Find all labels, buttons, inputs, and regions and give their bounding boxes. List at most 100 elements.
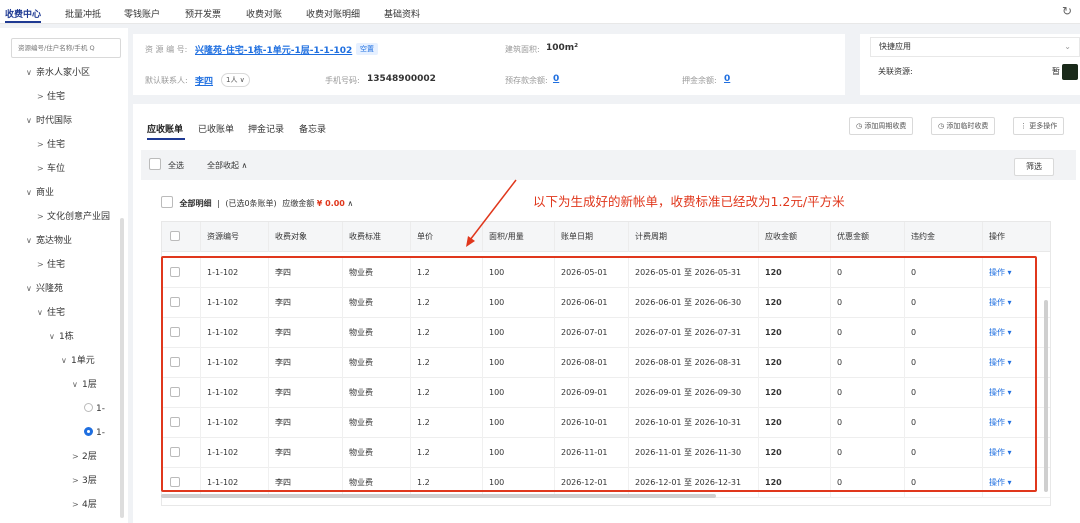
row-checkbox[interactable] <box>170 417 180 427</box>
chevron-down-icon[interactable]: ∨ <box>49 330 59 344</box>
chevron-down-icon[interactable]: ∨ <box>26 66 36 80</box>
row-action-label[interactable]: 操作 ▾ <box>989 358 1012 367</box>
group-checkbox[interactable] <box>161 196 173 208</box>
deposit-value[interactable]: 0 <box>724 74 730 84</box>
refresh-icon[interactable]: ↻ <box>1060 4 1074 18</box>
row-checkbox[interactable] <box>170 267 180 277</box>
tab-batch-offset[interactable]: 批量冲抵 <box>65 7 101 20</box>
tree-node[interactable]: ∨ 住宅 <box>37 306 65 320</box>
row-action-menu[interactable]: 操作 ▾ <box>982 258 1042 288</box>
row-checkbox-cell[interactable] <box>162 288 200 318</box>
table-row[interactable]: 1-1-102 李四 物业费 1.2 100 2026-06-01 2026-06-01 至… <box>162 288 1050 318</box>
chevron-down-icon[interactable]: ∨ <box>26 282 36 296</box>
tab-memo[interactable]: 备忘录 <box>299 122 326 135</box>
tab-reconciliation-detail[interactable]: 收费对账明细 <box>306 7 360 20</box>
tree-node[interactable]: ∨ 1层 <box>72 378 97 392</box>
row-checkbox[interactable] <box>170 387 180 397</box>
row-action-label[interactable]: 操作 ▾ <box>989 298 1012 307</box>
table-vertical-scrollbar[interactable] <box>1044 300 1048 492</box>
row-action-label[interactable]: 操作 ▾ <box>989 418 1012 427</box>
row-action-menu[interactable]: 操作 ▾ <box>982 348 1042 378</box>
row-checkbox-cell[interactable] <box>162 318 200 348</box>
tree-node[interactable]: > 住宅 <box>37 258 65 272</box>
tree-node[interactable]: ∨ 亲水人家小区 <box>26 66 90 80</box>
tree-node[interactable]: >2层 <box>72 450 97 464</box>
tree-node[interactable]: > 住宅 <box>37 138 65 152</box>
row-checkbox[interactable] <box>170 477 180 487</box>
chevron-right-icon[interactable]: > <box>37 138 47 152</box>
chevron-right-icon[interactable]: > <box>37 90 47 104</box>
tab-change-account[interactable]: 零钱账户 <box>124 7 160 20</box>
tab-pre-invoice[interactable]: 预开发票 <box>185 7 221 20</box>
chevron-right-icon[interactable]: > <box>37 162 47 176</box>
row-action-label[interactable]: 操作 ▾ <box>989 388 1012 397</box>
prepay-value[interactable]: 0 <box>553 74 559 84</box>
row-action-menu[interactable]: 操作 ▾ <box>982 408 1042 438</box>
row-action-label[interactable]: 操作 ▾ <box>989 268 1012 277</box>
tree-search-input[interactable] <box>12 39 106 57</box>
row-action-label[interactable]: 操作 ▾ <box>989 478 1012 487</box>
chevron-down-icon[interactable]: ∨ <box>26 114 36 128</box>
tree-node[interactable]: ∨ 商业 <box>26 186 54 200</box>
table-row[interactable]: 1-1-102 李四 物业费 1.2 100 2026-05-01 2026-05-01 至… <box>162 258 1050 288</box>
row-checkbox-cell[interactable] <box>162 348 200 378</box>
tab-received[interactable]: 已收账单 <box>198 122 234 135</box>
row-checkbox-cell[interactable] <box>162 378 200 408</box>
collapse-all-toggle[interactable]: 全部收起 ∧ <box>207 160 247 171</box>
chevron-right-icon[interactable]: > <box>72 474 82 488</box>
tree-node[interactable]: ∨ 1栋 <box>49 330 74 344</box>
row-checkbox-cell[interactable] <box>162 258 200 288</box>
tab-basic-data[interactable]: 基础资料 <box>384 7 420 20</box>
chevron-down-icon[interactable]: ∨ <box>26 234 36 248</box>
table-horizontal-scrollbar[interactable] <box>161 494 716 498</box>
chevron-down-icon[interactable]: ∨ <box>26 186 36 200</box>
row-checkbox-cell[interactable] <box>162 408 200 438</box>
radio-icon[interactable] <box>84 403 93 412</box>
chevron-right-icon[interactable]: > <box>37 210 47 224</box>
tree-node[interactable]: >3层 <box>72 474 97 488</box>
add-periodic-charge-button[interactable]: ◷ 添加周期收费 <box>849 117 914 135</box>
chart-icon[interactable] <box>1062 64 1078 80</box>
header-checkbox[interactable] <box>170 231 180 241</box>
tree-node[interactable]: > 住宅 <box>37 90 65 104</box>
tab-reconciliation[interactable]: 收费对账 <box>246 7 282 20</box>
chevron-right-icon[interactable]: > <box>72 450 82 464</box>
row-checkbox[interactable] <box>170 327 180 337</box>
row-action-menu[interactable]: 操作 ▾ <box>982 378 1042 408</box>
sidebar-scrollbar[interactable] <box>120 218 124 518</box>
more-actions-button[interactable]: ⋮ 更多操作 <box>1013 117 1065 135</box>
tree-node[interactable]: ∨ 宽达物业 <box>26 234 72 248</box>
filter-button[interactable]: 筛选 <box>1014 158 1054 176</box>
tab-deposit[interactable]: 押金记录 <box>248 122 284 135</box>
chevron-down-icon[interactable]: ∨ <box>61 354 71 368</box>
contact-link[interactable]: 李四 <box>195 74 213 87</box>
table-row[interactable]: 1-1-102 李四 物业费 1.2 100 2026-09-01 2026-09-01 至… <box>162 378 1050 408</box>
tab-receivable[interactable]: 应收账单 <box>147 122 183 135</box>
table-row[interactable]: 1-1-102 李四 物业费 1.2 100 2026-07-01 2026-07-01 至… <box>162 318 1050 348</box>
resource-link[interactable]: 兴隆苑-住宅-1栋-1单元-1层-1-1-102 <box>195 43 352 56</box>
row-checkbox[interactable] <box>170 447 180 457</box>
tree-node[interactable]: 1- <box>84 426 105 440</box>
chevron-right-icon[interactable]: > <box>72 498 82 512</box>
table-row[interactable]: 1-1-102 李四 物业费 1.2 100 2026-08-01 2026-08-01 至… <box>162 348 1050 378</box>
tree-node[interactable]: 1- <box>84 402 105 416</box>
tab-charge-center[interactable]: 收费中心 <box>5 7 41 20</box>
row-action-menu[interactable]: 操作 ▾ <box>982 438 1042 468</box>
row-action-menu[interactable]: 操作 ▾ <box>982 318 1042 348</box>
tree-node[interactable]: >4层 <box>72 498 97 512</box>
row-checkbox[interactable] <box>170 357 180 367</box>
chevron-right-icon[interactable]: > <box>37 258 47 272</box>
select-all-checkbox[interactable] <box>149 158 161 171</box>
tree-node[interactable]: ∨ 时代国际 <box>26 114 72 128</box>
chevron-up-icon[interactable]: ∧ <box>347 199 353 208</box>
row-checkbox-cell[interactable] <box>162 438 200 468</box>
tree-node[interactable]: > 文化创意产业园 <box>37 210 110 224</box>
tree-node[interactable]: ∨ 兴隆苑 <box>26 282 63 296</box>
header-checkbox-cell[interactable] <box>162 222 200 252</box>
tree-search-box[interactable] <box>11 38 121 58</box>
radio-icon[interactable] <box>84 427 93 436</box>
row-action-menu[interactable]: 操作 ▾ <box>982 288 1042 318</box>
row-checkbox[interactable] <box>170 297 180 307</box>
table-row[interactable]: 1-1-102 李四 物业费 1.2 100 2026-11-01 2026-11-01 至… <box>162 438 1050 468</box>
chevron-down-icon[interactable]: ∨ <box>72 378 82 392</box>
